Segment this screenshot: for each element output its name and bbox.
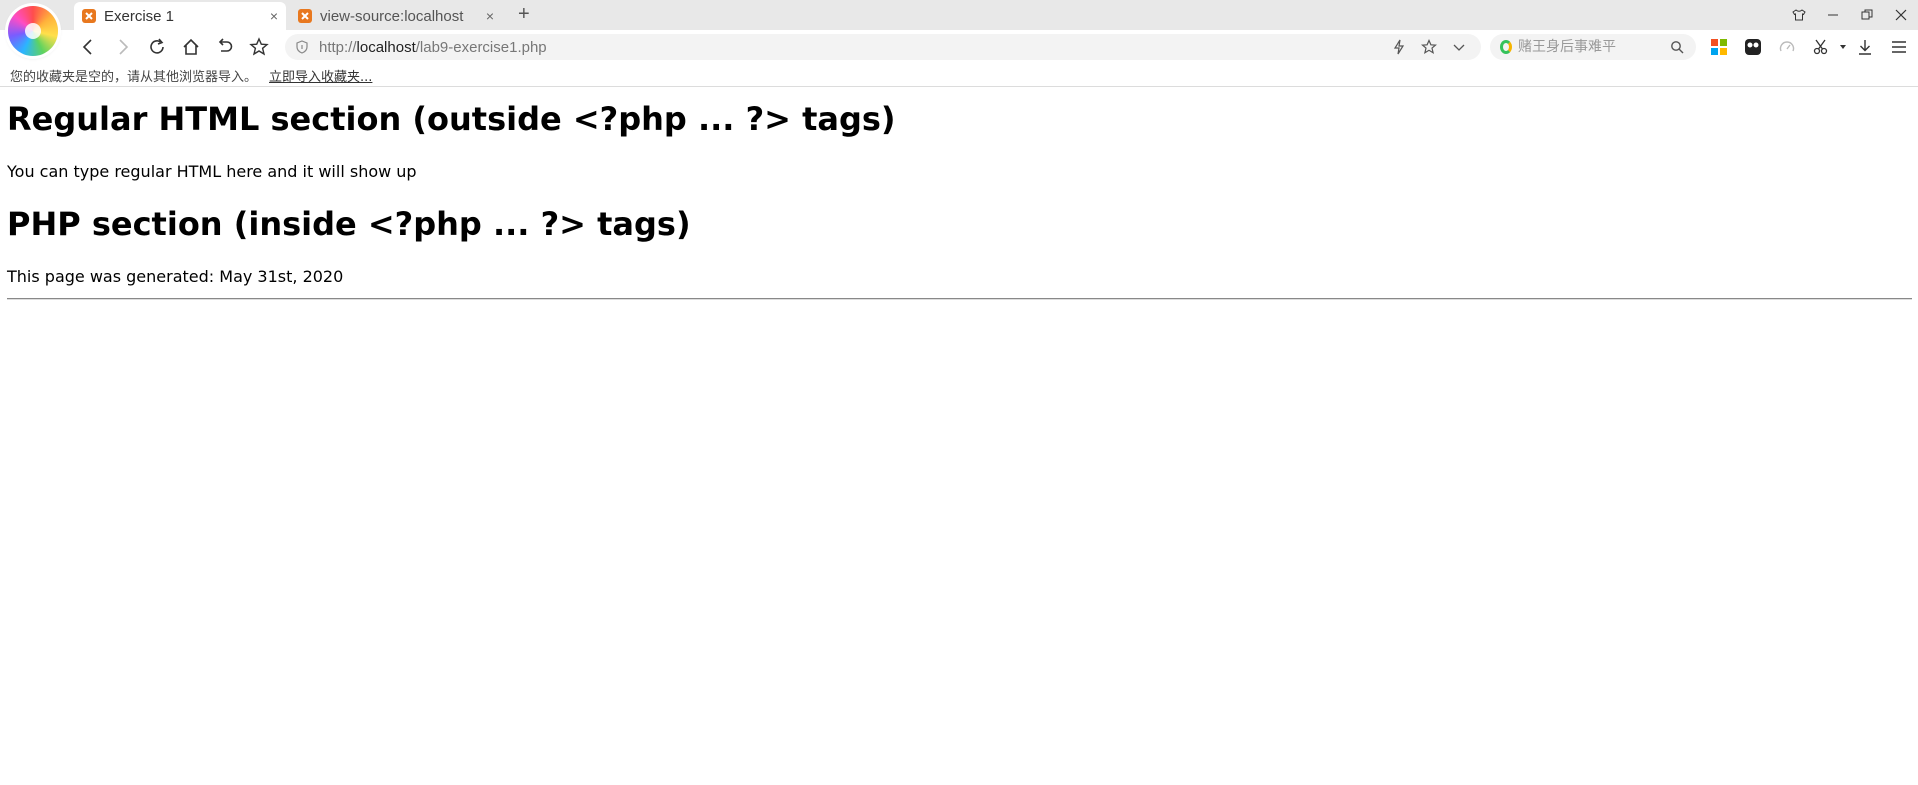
skin-shirt-icon[interactable] <box>1792 8 1806 22</box>
undo-close-tab-icon[interactable] <box>215 37 235 57</box>
tab-strip: Exercise 1 × view-source:localhost × + <box>0 0 1918 56</box>
bookmark-star-icon[interactable] <box>249 37 269 57</box>
tab-exercise-1[interactable]: Exercise 1 × <box>74 2 286 30</box>
tab-view-source[interactable]: view-source:localhost × <box>290 2 502 30</box>
search-box[interactable] <box>1490 34 1696 60</box>
tampermonkey-icon[interactable] <box>1744 38 1762 56</box>
tab-title: Exercise 1 <box>104 7 175 25</box>
back-icon[interactable] <box>78 37 98 57</box>
new-tab-button[interactable]: + <box>518 3 530 26</box>
close-window-icon[interactable] <box>1894 8 1908 22</box>
search-icon[interactable] <box>1670 40 1684 54</box>
reload-icon[interactable] <box>147 37 167 57</box>
download-icon[interactable] <box>1856 38 1874 56</box>
bookmarks-empty-message: 您的收藏夹是空的，请从其他浏览器导入。 <box>10 69 258 85</box>
restore-icon[interactable] <box>1860 8 1874 22</box>
tab-close-icon[interactable]: × <box>486 8 494 24</box>
generated-date-paragraph: This page was generated: May 31st, 2020 <box>7 267 344 286</box>
url-scheme: http:// <box>319 38 357 56</box>
security-shield-icon[interactable] <box>295 40 309 54</box>
forward-icon[interactable] <box>113 37 133 57</box>
php-section-heading: PHP section (inside <?php ... ?> tags) <box>7 205 691 243</box>
url-path: /lab9-exercise1.php <box>415 38 547 56</box>
minimize-icon[interactable] <box>1826 8 1840 22</box>
regular-html-paragraph: You can type regular HTML here and it wi… <box>7 162 417 181</box>
horizontal-rule <box>7 298 1912 300</box>
navigation-bar: http://localhost/lab9-exercise1.php <box>0 30 1918 64</box>
address-bar[interactable]: http://localhost/lab9-exercise1.php <box>285 34 1481 60</box>
favorite-star-icon[interactable] <box>1421 39 1437 55</box>
browser-logo-icon[interactable] <box>8 6 58 56</box>
regular-html-heading: Regular HTML section (outside <?php ... … <box>7 100 896 138</box>
xampp-favicon-icon <box>82 9 96 23</box>
import-bookmarks-link[interactable]: 立即导入收藏夹... <box>269 66 372 85</box>
bookmarks-bar: 您的收藏夹是空的，请从其他浏览器导入。 立即导入收藏夹... <box>0 64 1918 87</box>
home-icon[interactable] <box>181 37 201 57</box>
speed-dial-icon[interactable] <box>1778 38 1796 56</box>
xampp-favicon-icon <box>298 9 312 23</box>
scissors-dropdown-icon[interactable] <box>1834 38 1852 56</box>
chevron-down-icon[interactable] <box>1451 39 1467 55</box>
browser-chrome: Exercise 1 × view-source:localhost × + h… <box>0 0 1918 87</box>
page-content: Regular HTML section (outside <?php ... … <box>0 99 1918 300</box>
url-text[interactable]: http://localhost/lab9-exercise1.php <box>319 39 547 56</box>
tab-title: view-source:localhost <box>320 7 464 25</box>
url-host: localhost <box>356 38 416 56</box>
search-input[interactable] <box>1516 38 1670 56</box>
lightning-icon[interactable] <box>1391 39 1407 55</box>
menu-icon[interactable] <box>1890 38 1908 56</box>
scissors-icon[interactable] <box>1812 38 1830 56</box>
search-engine-icon[interactable] <box>1500 40 1512 54</box>
tab-close-icon[interactable]: × <box>270 8 278 24</box>
address-bar-actions <box>1391 39 1467 55</box>
apps-grid-icon[interactable] <box>1710 38 1728 56</box>
window-controls <box>1792 0 1908 30</box>
